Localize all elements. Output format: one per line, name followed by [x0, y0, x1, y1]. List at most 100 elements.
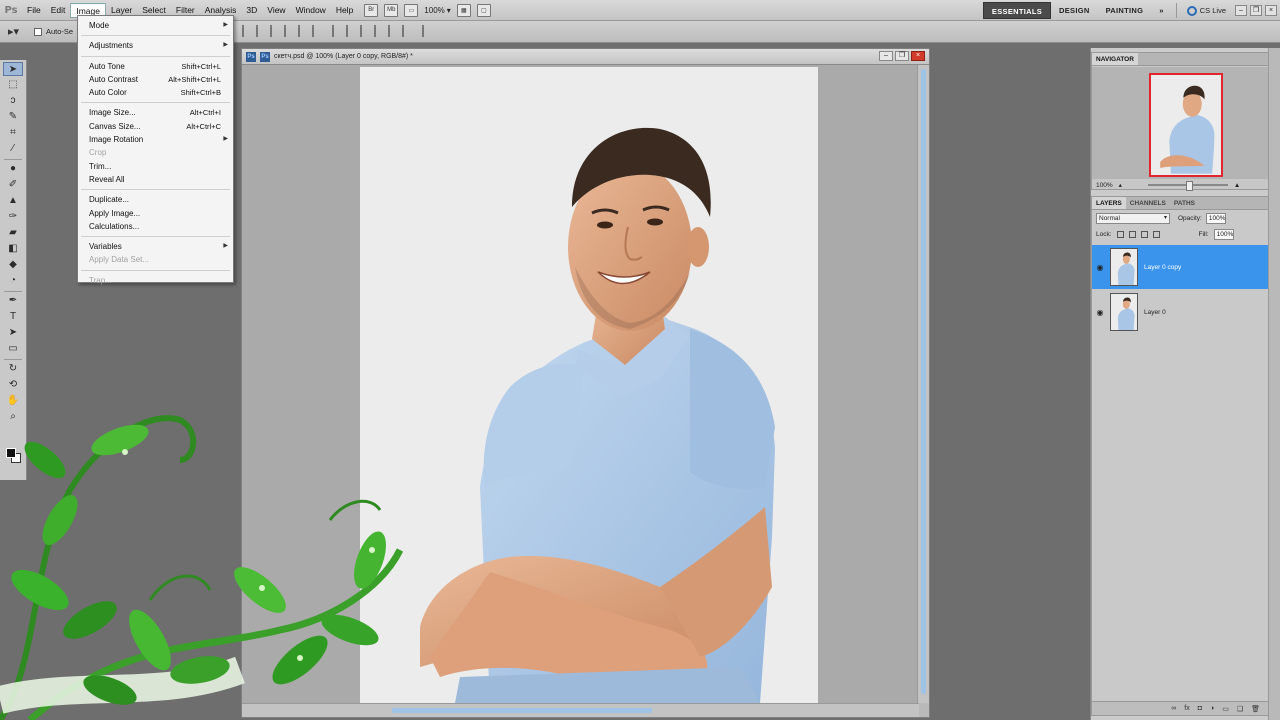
- blur-tool-icon[interactable]: ◆: [3, 258, 23, 272]
- brush-tool-icon[interactable]: ✐: [3, 178, 23, 192]
- eraser-tool-icon[interactable]: ▰: [3, 226, 23, 240]
- adjustment-layer-icon[interactable]: ◑: [1210, 705, 1214, 712]
- menu-help[interactable]: Help: [331, 3, 358, 18]
- canvas[interactable]: [360, 67, 818, 703]
- menu-item-auto-contrast[interactable]: Auto Contrast Alt+Shift+Ctrl+L: [78, 73, 233, 86]
- workspace-more-button[interactable]: »: [1151, 2, 1171, 19]
- align-right-icon[interactable]: [312, 25, 321, 37]
- path-selection-tool-icon[interactable]: ➤: [3, 326, 23, 340]
- restore-button[interactable]: ❐: [1250, 5, 1262, 16]
- screen-mode-icon[interactable]: ▢: [476, 3, 491, 17]
- lock-transparent-icon[interactable]: [1116, 230, 1124, 238]
- dodge-tool-icon[interactable]: ◔: [3, 274, 23, 288]
- menu-item-mode[interactable]: Mode ▶: [78, 19, 233, 32]
- menu-edit[interactable]: Edit: [46, 3, 71, 18]
- layer-style-icon[interactable]: fx: [1184, 705, 1189, 712]
- clone-stamp-tool-icon[interactable]: ▲: [3, 194, 23, 208]
- delete-layer-icon[interactable]: 🗑: [1251, 705, 1260, 713]
- document-minimize-button[interactable]: –: [879, 51, 893, 61]
- shape-tool-icon[interactable]: ▭: [3, 342, 23, 356]
- lock-all-icon[interactable]: [1152, 230, 1160, 238]
- vertical-scrollbar[interactable]: [917, 65, 929, 703]
- menu-item-variables[interactable]: Variables ▶: [78, 240, 233, 253]
- spot-healing-tool-icon[interactable]: ●: [3, 162, 23, 176]
- collapsed-panel-strip[interactable]: [1268, 48, 1280, 720]
- gradient-tool-icon[interactable]: ◧: [3, 242, 23, 256]
- document-restore-button[interactable]: ❐: [895, 51, 909, 61]
- tab-channels[interactable]: CHANNELS: [1126, 197, 1170, 209]
- menu-item-reveal-all[interactable]: Reveal All: [78, 173, 233, 186]
- zoom-tool-icon[interactable]: ⌕: [3, 410, 23, 424]
- type-tool-icon[interactable]: T: [3, 310, 23, 324]
- pen-tool-icon[interactable]: ✒: [3, 294, 23, 308]
- workspace-design-button[interactable]: DESIGN: [1051, 2, 1098, 19]
- distribute-right-icon[interactable]: [402, 25, 411, 37]
- lock-pixels-icon[interactable]: [1128, 230, 1136, 238]
- add-mask-icon[interactable]: ◘: [1198, 705, 1202, 712]
- marquee-tool-icon[interactable]: ⬚: [3, 78, 23, 92]
- document-title-bar[interactable]: Ps Ps скетч.psd @ 100% (Layer 0 copy, RG…: [242, 49, 929, 65]
- menu-file[interactable]: File: [22, 3, 46, 18]
- lasso-tool-icon[interactable]: ↄ: [3, 94, 23, 108]
- hand-tool-icon[interactable]: ✋: [3, 394, 23, 408]
- close-button[interactable]: ×: [1265, 5, 1277, 16]
- opacity-input[interactable]: 100%: [1205, 212, 1226, 224]
- menu-item-adjustments[interactable]: Adjustments ▶: [78, 39, 233, 52]
- menu-item-auto-tone[interactable]: Auto Tone Shift+Ctrl+L: [78, 60, 233, 73]
- bridge-icon[interactable]: Br: [364, 3, 379, 17]
- extras-icon[interactable]: ▭: [404, 3, 419, 17]
- scrollbar-thumb[interactable]: [392, 708, 652, 713]
- distribute-top-icon[interactable]: [332, 25, 341, 37]
- scrollbar-thumb[interactable]: [921, 69, 926, 694]
- move-tool-icon[interactable]: ➤: [3, 62, 23, 76]
- workspace-painting-button[interactable]: PAINTING: [1098, 2, 1152, 19]
- eyedropper-tool-icon[interactable]: ⁄: [3, 142, 23, 156]
- lock-position-icon[interactable]: [1140, 230, 1148, 238]
- layer-row[interactable]: ◉ Layer 0: [1092, 290, 1268, 334]
- horizontal-scrollbar[interactable]: [242, 703, 919, 717]
- layer-row[interactable]: ◉ Layer 0 copy: [1092, 245, 1268, 289]
- menu-3d[interactable]: 3D: [241, 3, 262, 18]
- menu-item-trim[interactable]: Trim...: [78, 160, 233, 173]
- navigator-zoom-value[interactable]: 100%: [1096, 182, 1113, 189]
- zoom-out-icon[interactable]: ▴: [1119, 181, 1122, 189]
- arrange-documents-icon[interactable]: ▦: [456, 3, 471, 17]
- quick-selection-tool-icon[interactable]: ✎: [3, 110, 23, 124]
- menu-item-image-size[interactable]: Image Size... Alt+Ctrl+I: [78, 106, 233, 119]
- align-middle-icon[interactable]: [256, 25, 265, 37]
- zoom-level-dropdown[interactable]: 100% ▾: [424, 6, 450, 15]
- menu-item-duplicate[interactable]: Duplicate...: [78, 193, 233, 206]
- tab-paths[interactable]: PATHS: [1170, 197, 1199, 209]
- fill-input[interactable]: 100%: [1213, 228, 1234, 240]
- menu-window[interactable]: Window: [291, 3, 331, 18]
- new-layer-icon[interactable]: ❏: [1237, 705, 1243, 713]
- 3d-orbit-tool-icon[interactable]: ⟲: [3, 378, 23, 392]
- menu-item-calculations[interactable]: Calculations...: [78, 220, 233, 233]
- mini-bridge-icon[interactable]: Mb: [384, 3, 399, 17]
- crop-tool-icon[interactable]: ⌗: [3, 126, 23, 140]
- menu-item-apply-image[interactable]: Apply Image...: [78, 207, 233, 220]
- canvas-area[interactable]: [242, 65, 919, 703]
- distribute-middle-icon[interactable]: [346, 25, 355, 37]
- distribute-center-icon[interactable]: [388, 25, 397, 37]
- link-layers-icon[interactable]: ∞: [1171, 705, 1176, 712]
- tab-layers[interactable]: LAYERS: [1092, 197, 1126, 209]
- move-tool-preset-icon[interactable]: ▸▾: [8, 25, 30, 38]
- menu-item-image-rotation[interactable]: Image Rotation ▶: [78, 133, 233, 146]
- visibility-eye-icon[interactable]: ◉: [1092, 308, 1108, 317]
- minimize-button[interactable]: –: [1235, 5, 1247, 16]
- align-top-icon[interactable]: [242, 25, 251, 37]
- blend-mode-select[interactable]: Normal: [1096, 212, 1170, 224]
- menu-item-canvas-size[interactable]: Canvas Size... Alt+Ctrl+C: [78, 120, 233, 133]
- workspace-essentials-button[interactable]: ESSENTIALS: [982, 2, 1051, 19]
- document-close-button[interactable]: ×: [911, 51, 925, 61]
- cs-live-button[interactable]: CS Live: [1181, 5, 1232, 16]
- navigator-zoom-slider[interactable]: [1147, 181, 1228, 191]
- visibility-eye-icon[interactable]: ◉: [1092, 263, 1108, 272]
- zoom-in-icon[interactable]: ▲: [1234, 182, 1240, 189]
- menu-item-auto-color[interactable]: Auto Color Shift+Ctrl+B: [78, 86, 233, 99]
- navigator-view-box[interactable]: [1149, 73, 1223, 177]
- foreground-color-swatch[interactable]: [6, 448, 16, 458]
- menu-view[interactable]: View: [262, 3, 290, 18]
- history-brush-tool-icon[interactable]: ✑: [3, 210, 23, 224]
